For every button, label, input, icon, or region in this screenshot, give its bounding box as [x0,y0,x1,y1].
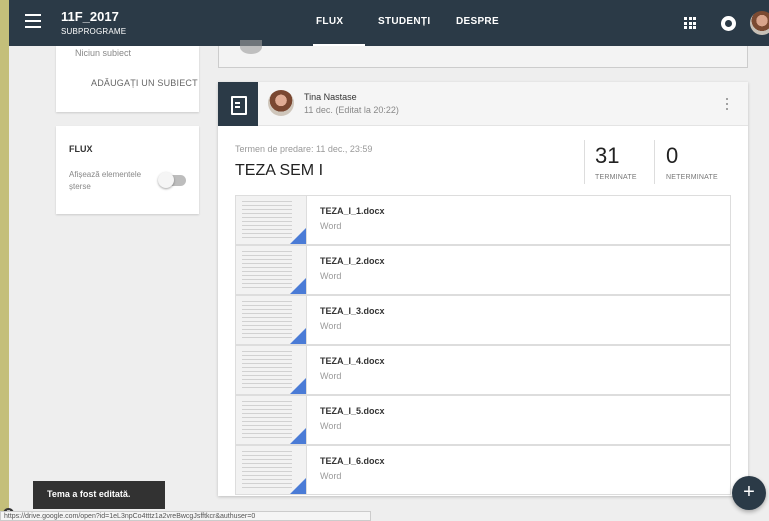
file-type: Word [320,321,342,331]
attachment-row[interactable]: TEZA_I_5.docx Word [235,395,731,445]
author-name: Tina Nastase [304,92,357,102]
snackbar-toast: Tema a fost editată. [33,481,165,509]
word-file-icon [290,278,306,294]
attachment-row[interactable]: TEZA_I_2.docx Word [235,245,731,295]
stat-divider [584,140,585,184]
file-thumbnail [236,396,307,444]
add-fab-button[interactable]: + [732,476,766,510]
post-header: Tina Nastase 11 dec. (Editat la 20:22) [218,82,748,126]
post-date: 11 dec. (Editat la 20:22) [304,105,399,115]
topics-card: Niciun subiect ADĂUGAȚI UN SUBIECT [56,46,199,112]
file-type: Word [320,271,342,281]
file-thumbnail [236,196,307,244]
file-thumbnail [236,246,307,294]
assignment-title[interactable]: TEZA SEM I [235,162,323,180]
not-turned-in-count[interactable]: 0 [666,143,678,169]
word-file-icon [290,428,306,444]
tab-studenti[interactable]: STUDENȚI [378,16,430,27]
file-name: TEZA_I_1.docx [320,206,385,216]
word-file-icon [290,478,306,494]
file-type: Word [320,421,342,431]
file-name: TEZA_I_3.docx [320,306,385,316]
top-app-bar: 11F_2017 SUBPROGRAME FLUX STUDENȚI DESPR… [9,0,769,46]
tab-despre[interactable]: DESPRE [456,16,499,27]
file-name: TEZA_I_6.docx [320,456,385,466]
stat-divider [654,140,655,184]
more-options-icon[interactable] [719,95,735,113]
avatar[interactable] [750,11,769,35]
file-type: Word [320,371,342,381]
show-deleted-toggle[interactable] [158,172,186,188]
word-file-icon [290,378,306,394]
not-turned-in-label[interactable]: NETERMINATE [666,174,718,181]
previous-post-card [218,40,748,68]
file-type: Word [320,471,342,481]
word-file-icon [290,228,306,244]
class-title[interactable]: 11F_2017 [61,9,119,24]
attachment-row[interactable]: TEZA_I_1.docx Word [235,195,731,245]
flux-title: FLUX [69,144,93,154]
author-avatar [268,90,294,116]
menu-icon[interactable] [25,14,41,28]
file-thumbnail [236,446,307,494]
class-subtitle: SUBPROGRAME [61,27,127,36]
tab-flux[interactable]: FLUX [316,16,343,27]
file-name: TEZA_I_5.docx [320,406,385,416]
turned-in-label[interactable]: TERMINATE [595,174,637,181]
assignment-icon [218,82,258,126]
file-thumbnail [236,346,307,394]
attachment-row[interactable]: TEZA_I_3.docx Word [235,295,731,345]
flux-settings-card: FLUX Afișează elementele șterse [56,126,199,214]
apps-grid-icon[interactable] [684,17,696,29]
file-name: TEZA_I_4.docx [320,356,385,366]
file-type: Word [320,221,342,231]
assignment-post-card: Tina Nastase 11 dec. (Editat la 20:22) T… [218,82,748,496]
add-subject-button[interactable]: ADĂUGAȚI UN SUBIECT [91,78,198,88]
word-file-icon [290,328,306,344]
show-deleted-label: Afișează elementele șterse [69,170,142,191]
no-subject-text: Niciun subiect [75,48,132,58]
attachment-row[interactable]: TEZA_I_4.docx Word [235,345,731,395]
file-name: TEZA_I_2.docx [320,256,385,266]
attachment-row[interactable]: TEZA_I_6.docx Word [235,445,731,495]
window-edge [0,0,9,521]
due-date: Termen de predare: 11 dec., 23:59 [235,144,373,154]
file-thumbnail [236,296,307,344]
notifications-icon[interactable] [721,16,736,31]
turned-in-count[interactable]: 31 [595,143,619,169]
link-status-bar: https://drive.google.com/open?id=1eL3npC… [0,511,371,521]
